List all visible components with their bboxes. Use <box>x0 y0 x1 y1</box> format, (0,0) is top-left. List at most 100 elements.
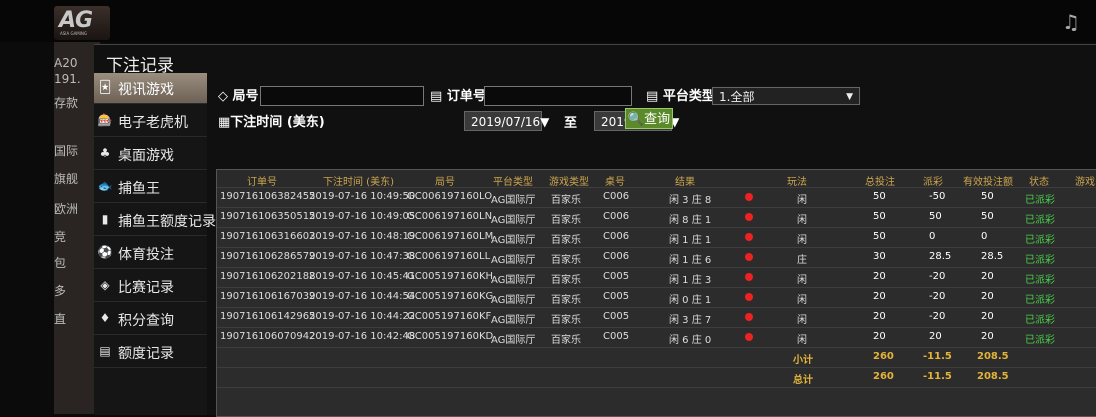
table-cell: 已派彩 <box>1025 275 1055 286</box>
table-cell: GC005197160KH <box>407 271 494 282</box>
table-cell: 闲 1 庄 6 <box>669 255 712 266</box>
play-video-icon[interactable] <box>745 193 753 201</box>
bet-record-dialog: 下注记录 🃏 视讯游戏 🎰 电子老虎机 ♣ 桌面游戏 🐟 捕鱼王 ▮ 捕鱼王额度记录 ⚽ 体育投注 ◈ 比… <box>94 44 1096 417</box>
table-cell: 闲 <box>797 275 807 286</box>
table-cell: 20 <box>981 331 994 342</box>
grandtotal-valid: 208.5 <box>977 371 1009 382</box>
table-cell: 50 <box>873 231 886 242</box>
table-cell: 闲 8 庄 1 <box>669 215 712 226</box>
table-cell: 闲 0 庄 1 <box>669 295 712 306</box>
table-cell: 20 <box>929 331 942 342</box>
subtotal-total: 260 <box>873 351 894 362</box>
table-row[interactable]: 190716106202188 2019-07-16 10:45:41 GC0051… <box>217 268 1096 288</box>
table-cell: 百家乐 <box>551 275 581 286</box>
table-cell: C006 <box>603 251 630 262</box>
table-cell: 28.5 <box>929 251 952 262</box>
play-video-icon[interactable] <box>745 293 753 301</box>
table-row[interactable]: 190716106350515 2019-07-16 10:49:05 GC0061… <box>217 208 1096 228</box>
table-row[interactable]: 190716106382455 2019-07-16 10:49:50 GC0061… <box>217 188 1096 208</box>
bet-record-table: 订单号 下注时间 (美东) 局号 平台类型 游戏类型 桌号 结果 玩法 总投注 派彩 有效投注额 状态… <box>216 169 1096 417</box>
sidebar-item-1[interactable]: 🎰 电子老虎机 <box>94 106 207 137</box>
table-cell: 50 <box>981 211 994 222</box>
diamond-icon: ◈ <box>100 278 110 292</box>
music-icon[interactable]: ♫ <box>1062 10 1080 34</box>
table-cell: AG国际厅 <box>491 195 536 206</box>
table-cell: 20 <box>873 271 886 282</box>
sidebar-item-8[interactable]: ▤ 额度记录 <box>94 337 207 368</box>
table-cell: 闲 <box>797 195 807 206</box>
top-bar: AG ASIA GAMING ♫ <box>0 0 1096 42</box>
play-video-icon[interactable] <box>745 333 753 341</box>
sidebar-item-label: 捕鱼王 <box>118 181 160 197</box>
table-row[interactable]: 190716106286579 2019-07-16 10:47:38 GC0061… <box>217 248 1096 268</box>
sidebar-item-4[interactable]: ▮ 捕鱼王额度记录 <box>94 205 216 236</box>
table-cell: AG国际厅 <box>491 275 536 286</box>
play-video-icon[interactable] <box>745 313 753 321</box>
subtotal-valid: 208.5 <box>977 351 1009 362</box>
table-row[interactable]: 190716106167039 2019-07-16 10:44:54 GC0051… <box>217 288 1096 308</box>
column-header: 桌号 <box>605 177 625 188</box>
table-cell: 30 <box>873 251 886 262</box>
sidebar-item-label: 捕鱼王额度记录 <box>118 214 216 230</box>
column-header: 派彩 <box>923 177 943 188</box>
sidebar-item-7[interactable]: ♦ 积分查询 <box>94 304 207 335</box>
table-cell: 190716106142965 <box>220 311 316 322</box>
table-cell: 已派彩 <box>1025 235 1055 246</box>
sidebar-item-label: 比赛记录 <box>118 280 174 296</box>
play-video-icon[interactable] <box>745 213 753 221</box>
ag-logo[interactable]: AG ASIA GAMING <box>54 6 110 40</box>
column-header: 总投注 <box>865 177 895 188</box>
table-wrap: 订单号 下注时间 (美东) 局号 平台类型 游戏类型 桌号 结果 玩法 总投注 派彩 有效投注额 状态… <box>212 73 1096 417</box>
ledger-icon: ▤ <box>99 344 111 358</box>
table-cell: AG国际厅 <box>491 235 536 246</box>
sidebar-item-2[interactable]: ♣ 桌面游戏 <box>94 139 207 170</box>
table-cell: 闲 6 庄 0 <box>669 335 712 346</box>
table-cell: 50 <box>873 191 886 202</box>
table-cell: 2019-07-16 10:42:48 <box>309 331 416 342</box>
table-cell: 闲 <box>797 235 807 246</box>
table-cell: 2019-07-16 10:49:50 <box>309 191 416 202</box>
table-cell: 百家乐 <box>551 335 581 346</box>
table-cell: 闲 <box>797 315 807 326</box>
table-cell: 2019-07-16 10:47:38 <box>309 251 416 262</box>
sidebar-item-label: 电子老虎机 <box>118 115 188 131</box>
column-header: 结果 <box>675 177 695 188</box>
table-cell: 已派彩 <box>1025 295 1055 306</box>
sidebar-item-3[interactable]: 🐟 捕鱼王 <box>94 172 207 203</box>
column-header: 平台类型 <box>493 177 533 188</box>
play-video-icon[interactable] <box>745 233 753 241</box>
logo-subtext: ASIA GAMING <box>60 31 88 36</box>
sidebar-item-5[interactable]: ⚽ 体育投注 <box>94 238 207 269</box>
table-row[interactable]: 190716106142965 2019-07-16 10:44:22 GC0051… <box>217 308 1096 328</box>
table-cell: 闲 <box>797 335 807 346</box>
table-row[interactable]: 190716106070942 2019-07-16 10:42:48 GC0051… <box>217 328 1096 348</box>
sidebar-item-6[interactable]: ◈ 比赛记录 <box>94 271 207 302</box>
play-video-icon[interactable] <box>745 273 753 281</box>
grandtotal-row: 总计 260 -11.5 208.5 <box>217 368 1096 388</box>
table-cell: 闲 <box>797 215 807 226</box>
table-cell: 已派彩 <box>1025 335 1055 346</box>
table-cell: 闲 <box>797 295 807 306</box>
table-cell: AG国际厅 <box>491 335 536 346</box>
table-cell: 闲 3 庄 8 <box>669 195 712 206</box>
column-header: 状态 <box>1029 177 1049 188</box>
table-cell: 已派彩 <box>1025 315 1055 326</box>
table-cell: -20 <box>929 291 946 302</box>
play-video-icon[interactable] <box>745 253 753 261</box>
grandtotal-payout: -11.5 <box>923 371 952 382</box>
sidebar-item-0[interactable]: 🃏 视讯游戏 <box>94 73 207 104</box>
table-cell: 20 <box>981 291 994 302</box>
table-cell: GC006197160LM <box>407 231 494 242</box>
table-cell: 28.5 <box>981 251 1004 262</box>
table-cell: GC006197160LL <box>407 251 491 262</box>
table-cell: GC006197160LN <box>407 211 493 222</box>
table-cell: 20 <box>981 271 994 282</box>
table-cell: 20 <box>873 331 886 342</box>
table-cell: 190716106167039 <box>220 291 316 302</box>
table-cell: 20 <box>873 291 886 302</box>
table-cell: 20 <box>981 311 994 322</box>
table-row[interactable]: 190716106316603 2019-07-16 10:48:19 GC0061… <box>217 228 1096 248</box>
table-cell: 0 <box>929 231 936 242</box>
column-header: 下注时间 (美东) <box>323 177 394 188</box>
table-cell: 190716106070942 <box>220 331 316 342</box>
